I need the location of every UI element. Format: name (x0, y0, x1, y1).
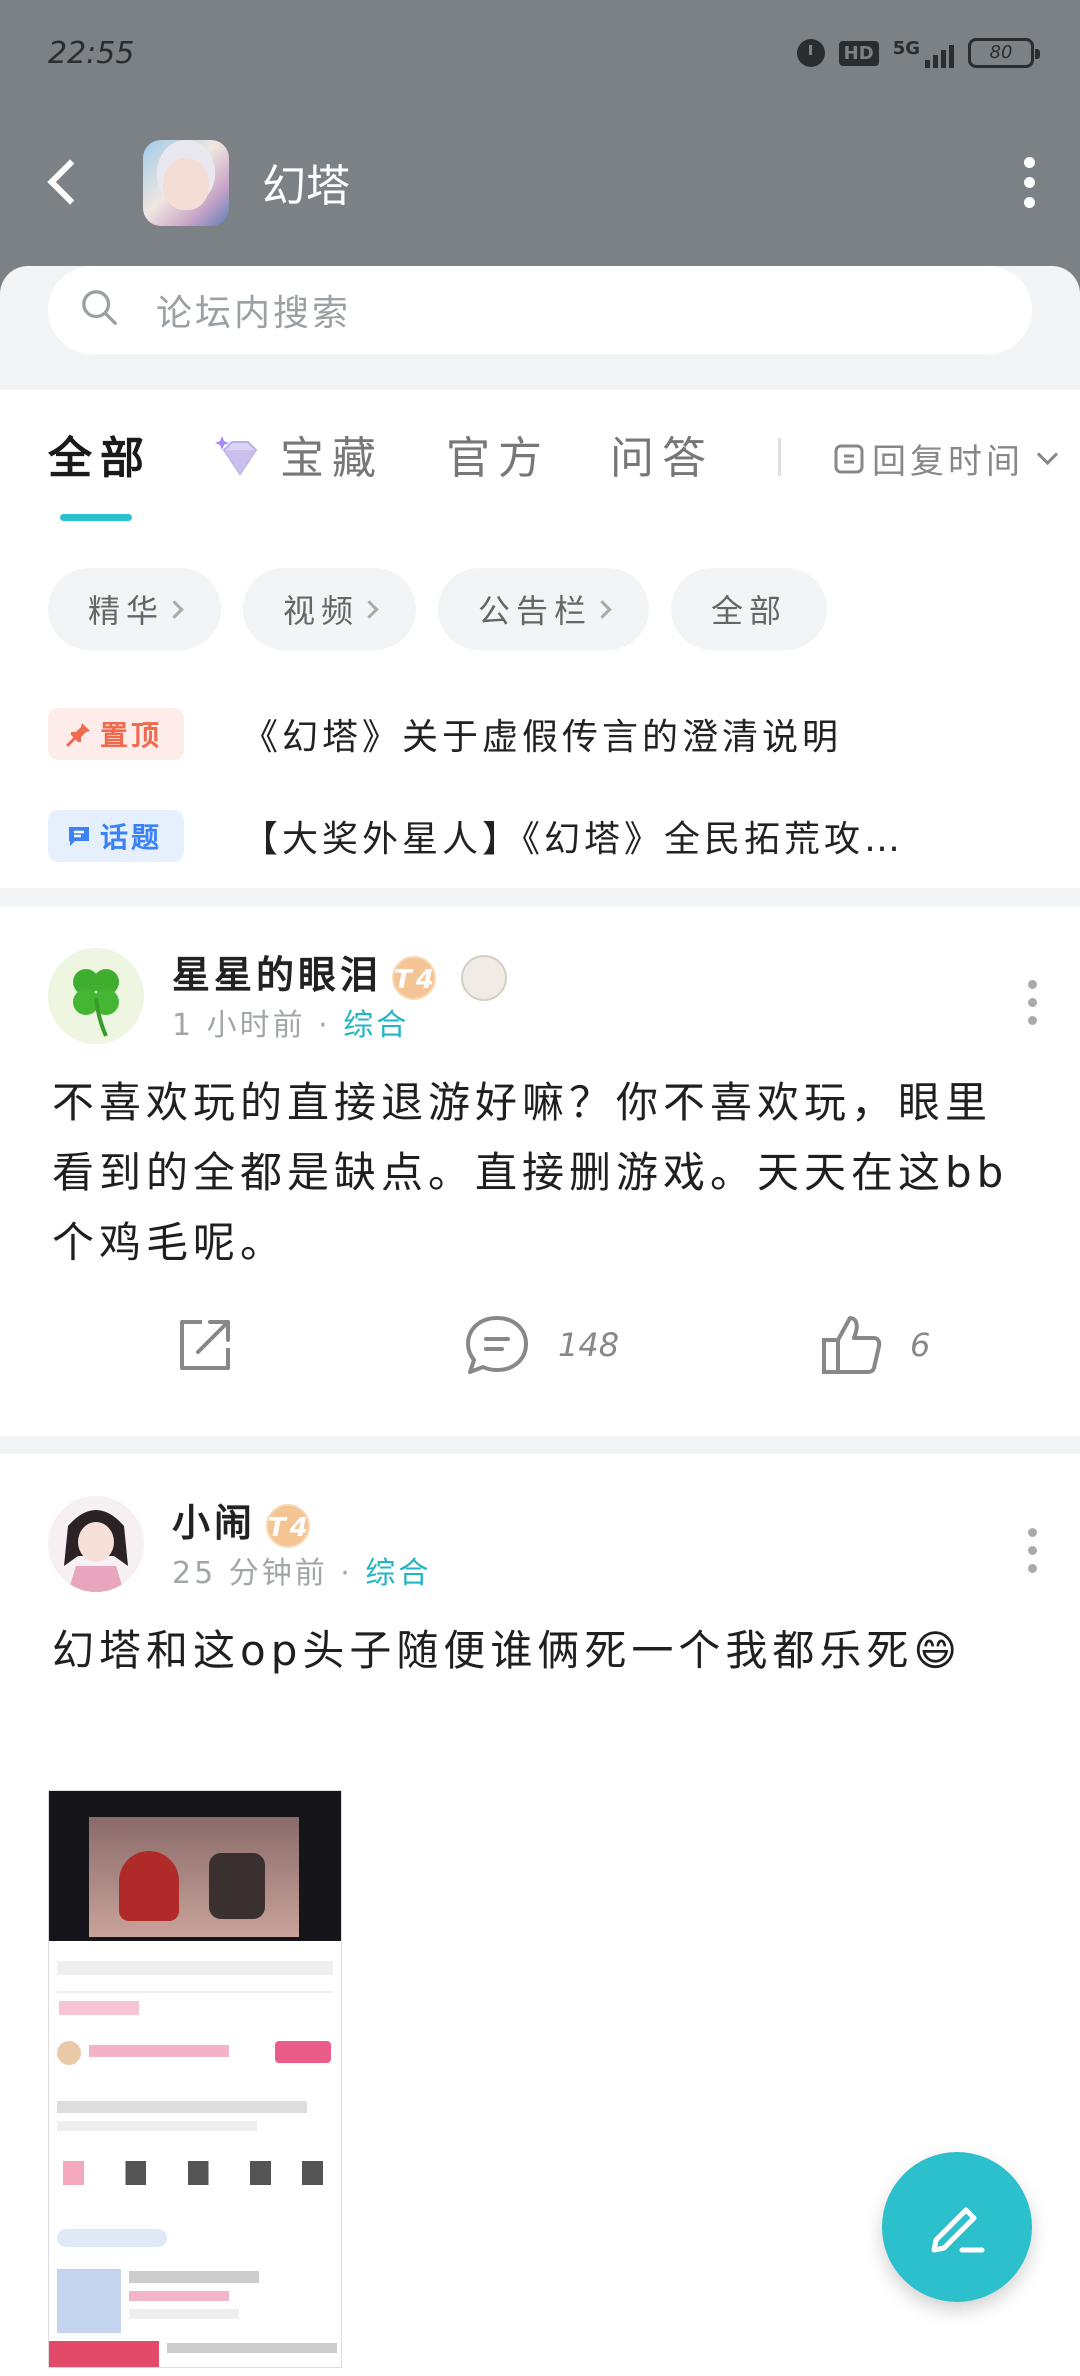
author-name[interactable]: 小闹 T4 (172, 1492, 311, 1548)
pinned-badge: 置顶 (48, 708, 185, 760)
post-meta: 1 小时前 · 综合 (172, 1008, 410, 1043)
comment-button[interactable]: 148 (464, 1314, 619, 1376)
chip-featured[interactable]: 精华 (48, 568, 222, 650)
tab-treasure[interactable]: 宝藏 (280, 422, 384, 486)
topic-post[interactable]: 话题 【大奖外星人】《幻塔》全民拓荒攻… (48, 806, 1038, 866)
topic-icon (69, 827, 89, 846)
post-more-icon[interactable] (1028, 1528, 1040, 1573)
post-content: 不喜欢玩的直接退游好嘛？你不喜欢玩，眼里看到的全都是缺点。直接删游戏。天天在这b… (52, 1078, 1009, 1267)
post-more-icon[interactable] (1028, 980, 1040, 1025)
post-card[interactable]: 星星的眼泪 T4 1 小时前 · 综合 不喜欢玩的直接退游好嘛？你不喜欢玩，眼里看… (0, 906, 1080, 1436)
sort-label: 回复时间 (872, 442, 1024, 482)
hd-icon: HD (838, 40, 879, 66)
like-count: 6 (910, 1326, 931, 1364)
share-icon (180, 1320, 230, 1370)
topic-badge: 话题 (48, 810, 185, 862)
comment-count: 148 (558, 1326, 620, 1364)
post-content: 幻塔和这op头子随便谁俩死一个我都乐死😄 (52, 1626, 963, 1675)
top-bar: 22:55 HD 5G 80 幻塔 (0, 0, 1080, 300)
post-actions: 148 6 (0, 1314, 1080, 1394)
sort-dropdown[interactable]: 回复时间 (834, 434, 1059, 483)
category-link[interactable]: 综合 (365, 1556, 431, 1591)
section-divider (0, 888, 1080, 906)
back-arrow-icon (47, 159, 93, 205)
pin-icon (66, 723, 90, 747)
battery-icon: 80 (968, 38, 1040, 68)
status-icons: HD 5G 80 (796, 38, 1040, 68)
level-badge: T4 (266, 1503, 311, 1548)
avatar[interactable] (48, 1496, 144, 1592)
tab-qa[interactable]: 问答 (610, 422, 714, 486)
filter-chips: 精华 视频 公告栏 全部 (48, 568, 828, 650)
chip-announcements[interactable]: 公告栏 (438, 568, 650, 650)
like-button[interactable]: 6 (820, 1314, 930, 1376)
chip-video[interactable]: 视频 (243, 568, 417, 650)
search-icon (82, 290, 117, 325)
pinned-title: 《幻塔》关于虚假传言的澄清说明 (242, 717, 843, 758)
chip-all[interactable]: 全部 (671, 568, 828, 650)
status-time: 22:55 (48, 36, 135, 71)
tab-official[interactable]: 官方 (446, 422, 550, 486)
search-area: 论坛内搜索 (0, 266, 1080, 390)
section-divider (0, 1436, 1080, 1454)
share-button[interactable] (174, 1314, 236, 1376)
post-image[interactable] (48, 1790, 342, 2368)
alarm-icon (796, 39, 825, 67)
level-badge: T4 (392, 955, 437, 1000)
gem-icon (215, 436, 258, 476)
tab-indicator (60, 514, 132, 521)
like-icon (822, 1316, 882, 1374)
post-meta: 25 分钟前 · 综合 (172, 1556, 432, 1591)
clover-icon (48, 948, 144, 1044)
signal-icon: 5G (893, 38, 954, 68)
tab-bar: 全部 宝藏 官方 问答 回复时间 (0, 390, 1080, 530)
pet-badge-icon (461, 954, 508, 1001)
tab-separator (778, 438, 781, 476)
topic-title: 【大奖外星人】《幻塔》全民拓荒攻… (242, 819, 905, 860)
back-button[interactable] (40, 150, 93, 214)
forum-title: 幻塔 (262, 161, 350, 212)
pinned-post[interactable]: 置顶 《幻塔》关于虚假传言的澄清说明 (48, 704, 1038, 764)
category-link[interactable]: 综合 (343, 1008, 409, 1043)
tab-all[interactable]: 全部 (48, 422, 152, 486)
comment-icon (466, 1316, 528, 1374)
search-input[interactable]: 论坛内搜索 (48, 266, 1032, 354)
chevron-down-icon (1036, 443, 1059, 466)
sort-icon (834, 444, 864, 473)
forum-avatar[interactable] (143, 140, 229, 226)
more-vert-icon[interactable] (1014, 150, 1044, 214)
edit-pen-icon (931, 2207, 985, 2253)
image-video-frame (49, 1791, 341, 1941)
author-name[interactable]: 星星的眼泪 T4 (172, 944, 508, 1001)
new-post-button[interactable] (882, 2152, 1032, 2302)
avatar[interactable] (48, 948, 144, 1044)
search-placeholder: 论坛内搜索 (156, 293, 352, 334)
